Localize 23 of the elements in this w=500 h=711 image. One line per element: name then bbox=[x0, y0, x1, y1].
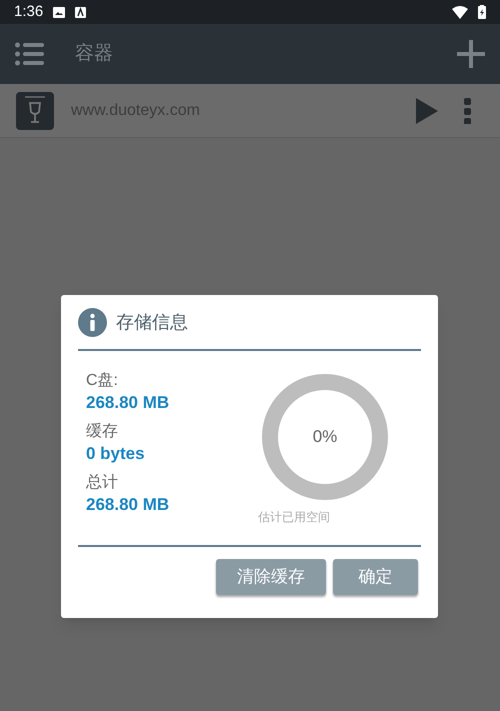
play-icon[interactable] bbox=[416, 98, 438, 124]
stat-label: 总计 bbox=[86, 472, 119, 493]
usage-caption: 估计已用空间 bbox=[258, 509, 330, 526]
stat-value: 268.80 MB bbox=[86, 392, 170, 414]
dialog-button[interactable]: 清除缓存 bbox=[216, 559, 326, 595]
wifi-icon bbox=[452, 6, 468, 18]
keyboard-icon bbox=[75, 6, 86, 18]
menu-icon[interactable] bbox=[15, 42, 44, 66]
status-time: 1:36 bbox=[14, 2, 44, 22]
image-icon bbox=[53, 6, 66, 18]
more-icon[interactable] bbox=[464, 98, 472, 124]
stat-value: 268.80 MB bbox=[86, 494, 170, 516]
info-icon bbox=[78, 308, 107, 336]
stat-label: 缓存 bbox=[86, 422, 119, 442]
stat-value: 0 bytes bbox=[86, 443, 146, 465]
battery-icon bbox=[478, 5, 486, 19]
wine-glass-icon bbox=[16, 92, 54, 130]
dialog-title: 存储信息 bbox=[116, 310, 188, 334]
add-icon[interactable] bbox=[457, 40, 485, 68]
app-title: 容器 bbox=[75, 42, 113, 66]
stat-label: C盘: bbox=[86, 371, 119, 391]
dialog-button[interactable]: 确定 bbox=[333, 559, 418, 595]
usage-percent: 0% bbox=[312, 426, 338, 448]
